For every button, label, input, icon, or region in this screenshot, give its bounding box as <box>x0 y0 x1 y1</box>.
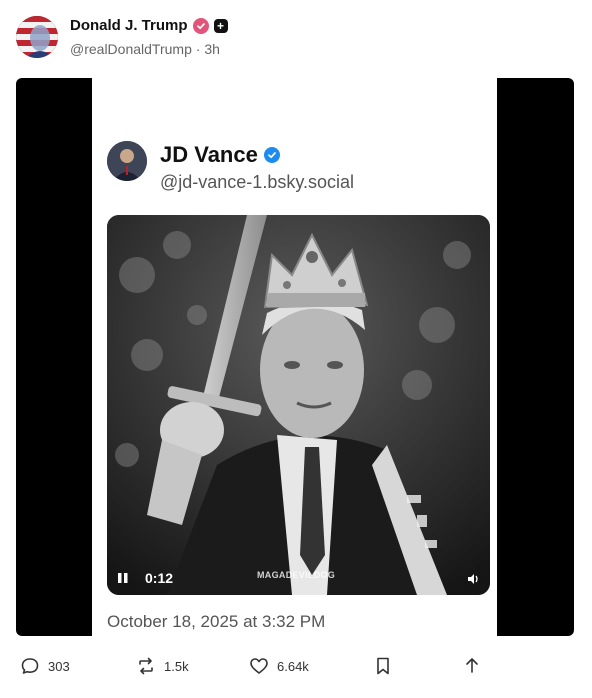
embedded-author-name: JD Vance <box>160 142 258 167</box>
video-frame-image <box>107 215 490 595</box>
video-controls: 0:12 MAGADEVILDOG <box>107 561 490 595</box>
video-watermark: MAGADEVILDOG <box>257 570 336 580</box>
speaker-icon[interactable] <box>466 572 480 586</box>
post-time[interactable]: 3h <box>204 41 220 57</box>
like-icon <box>250 658 268 674</box>
embedded-video[interactable]: 0:12 MAGADEVILDOG <box>107 215 490 595</box>
share-button[interactable] <box>462 656 482 676</box>
embedded-avatar-image <box>107 141 147 181</box>
repost-icon <box>139 657 153 675</box>
embedded-name-row: JD Vance <box>160 142 280 168</box>
like-count: 6.64k <box>277 658 309 674</box>
share-icon <box>466 658 478 673</box>
author-name-row: Donald J. Trump + <box>70 17 228 34</box>
embedded-verified-icon <box>263 147 280 163</box>
author-name[interactable]: Donald J. Trump <box>70 17 188 34</box>
author-handle[interactable]: @realDonaldTrump <box>70 41 192 57</box>
avatar-image <box>16 16 58 58</box>
author-handle-row: @realDonaldTrump · 3h <box>70 41 220 57</box>
embedded-author-avatar <box>107 141 147 181</box>
bookmark-button[interactable] <box>373 656 393 676</box>
repost-count: 1.5k <box>164 658 189 674</box>
embedded-author-handle: @jd-vance-1.bsky.social <box>160 172 355 192</box>
time-separator: · <box>195 41 201 57</box>
bookmark-icon <box>377 657 389 675</box>
repost-button[interactable]: 1.5k <box>136 656 189 676</box>
embedded-post-date: October 18, 2025 at 3:32 PM <box>107 612 326 631</box>
video-timestamp: 0:12 <box>145 570 174 586</box>
like-button[interactable]: 6.64k <box>249 656 309 676</box>
plus-badge-icon: + <box>213 18 228 33</box>
reply-icon <box>21 658 39 674</box>
reply-count: 303 <box>48 658 70 674</box>
verified-badge-icon <box>192 17 209 34</box>
action-bar: 303 1.5k 6.64k <box>0 652 592 684</box>
pause-icon[interactable] <box>117 572 129 584</box>
reply-button[interactable]: 303 <box>20 656 70 676</box>
author-avatar[interactable] <box>16 16 58 58</box>
